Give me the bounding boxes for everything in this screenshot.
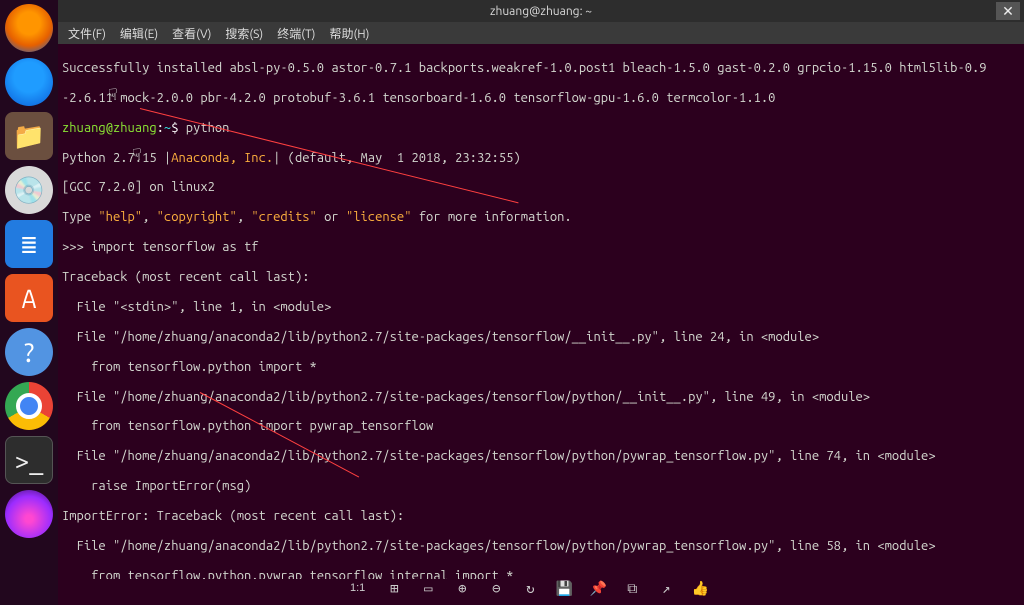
tb-line: File "/home/zhuang/anaconda2/lib/python2… xyxy=(62,449,1020,464)
share-icon[interactable]: ↗ xyxy=(655,577,677,599)
launcher-dock: 📁 💿 ≣ A ? >_ xyxy=(0,0,58,605)
like-icon[interactable]: 👍 xyxy=(689,577,711,599)
save-icon[interactable]: 💾 xyxy=(553,577,575,599)
tb-line: ImportError: Traceback (most recent call… xyxy=(62,509,1020,524)
screenshot-toolbar: 1:1 ⊞ ▭ ⊕ ⊖ ↻ 💾 📌 ⧉ ↗ 👍 xyxy=(350,576,711,600)
terminal-output[interactable]: Successfully installed absl-py-0.5.0 ast… xyxy=(58,44,1024,579)
menu-search[interactable]: 搜索(S) xyxy=(225,25,263,42)
tb-line: from tensorflow.python import * xyxy=(62,360,1020,375)
python-version: Python 2.7.15 |Anaconda, Inc.| (default,… xyxy=(62,151,1020,166)
pip-output-1: Successfully installed absl-py-0.5.0 ast… xyxy=(62,61,1020,76)
pin-icon[interactable]: 📌 xyxy=(587,577,609,599)
menu-terminal[interactable]: 终端(T) xyxy=(277,25,315,42)
copy-icon[interactable]: ⧉ xyxy=(621,577,643,599)
close-button[interactable]: ✕ xyxy=(996,2,1020,20)
rotate-icon[interactable]: ↻ xyxy=(519,577,541,599)
pip-output-2: -2.6.11 mock-2.0.0 pbr-4.2.0 protobuf-3.… xyxy=(62,91,1020,106)
firefox-icon[interactable] xyxy=(5,4,53,52)
thunderbird-icon[interactable] xyxy=(5,58,53,106)
tb-line: File "/home/zhuang/anaconda2/lib/python2… xyxy=(62,330,1020,345)
window-titlebar: zhuang@zhuang: ~ ✕ xyxy=(58,0,1024,22)
tb-line: Traceback (most recent call last): xyxy=(62,270,1020,285)
files-icon[interactable]: 📁 xyxy=(5,112,53,160)
tb-line: File "/home/zhuang/anaconda2/lib/python2… xyxy=(62,539,1020,554)
chrome-icon[interactable] xyxy=(5,382,53,430)
tb-line: File "<stdin>", line 1, in <module> xyxy=(62,300,1020,315)
software-icon[interactable]: A xyxy=(5,274,53,322)
menu-bar: 文件(F) 编辑(E) 查看(V) 搜索(S) 终端(T) 帮助(H) xyxy=(58,22,1024,44)
flame-icon[interactable] xyxy=(5,490,53,538)
tb-line: File "/home/zhuang/anaconda2/lib/python2… xyxy=(62,390,1020,405)
prompt-line-1: zhuang@zhuang:~$ python xyxy=(62,121,1020,136)
menu-edit[interactable]: 编辑(E) xyxy=(120,25,158,42)
window-title: zhuang@zhuang: ~ xyxy=(490,5,592,18)
writer-icon[interactable]: ≣ xyxy=(5,220,53,268)
zoom-out-icon[interactable]: ⊖ xyxy=(485,577,507,599)
python-help-line: Type "help", "copyright", "credits" or "… xyxy=(62,210,1020,225)
menu-view[interactable]: 查看(V) xyxy=(172,25,211,42)
zoom-in-icon[interactable]: ⊕ xyxy=(451,577,473,599)
fit-icon[interactable]: ▭ xyxy=(417,577,439,599)
menu-help[interactable]: 帮助(H) xyxy=(329,25,369,42)
repl-import: >>> import tensorflow as tf xyxy=(62,240,1020,255)
tb-line: from tensorflow.python import pywrap_ten… xyxy=(62,419,1020,434)
menu-file[interactable]: 文件(F) xyxy=(68,25,106,42)
ocr-icon[interactable]: ⊞ xyxy=(383,577,405,599)
disks-icon[interactable]: 💿 xyxy=(5,166,53,214)
gcc-line: [GCC 7.2.0] on linux2 xyxy=(62,180,1020,195)
zoom-ratio: 1:1 xyxy=(350,582,365,594)
tb-line: raise ImportError(msg) xyxy=(62,479,1020,494)
terminal-icon[interactable]: >_ xyxy=(5,436,53,484)
help-icon[interactable]: ? xyxy=(5,328,53,376)
